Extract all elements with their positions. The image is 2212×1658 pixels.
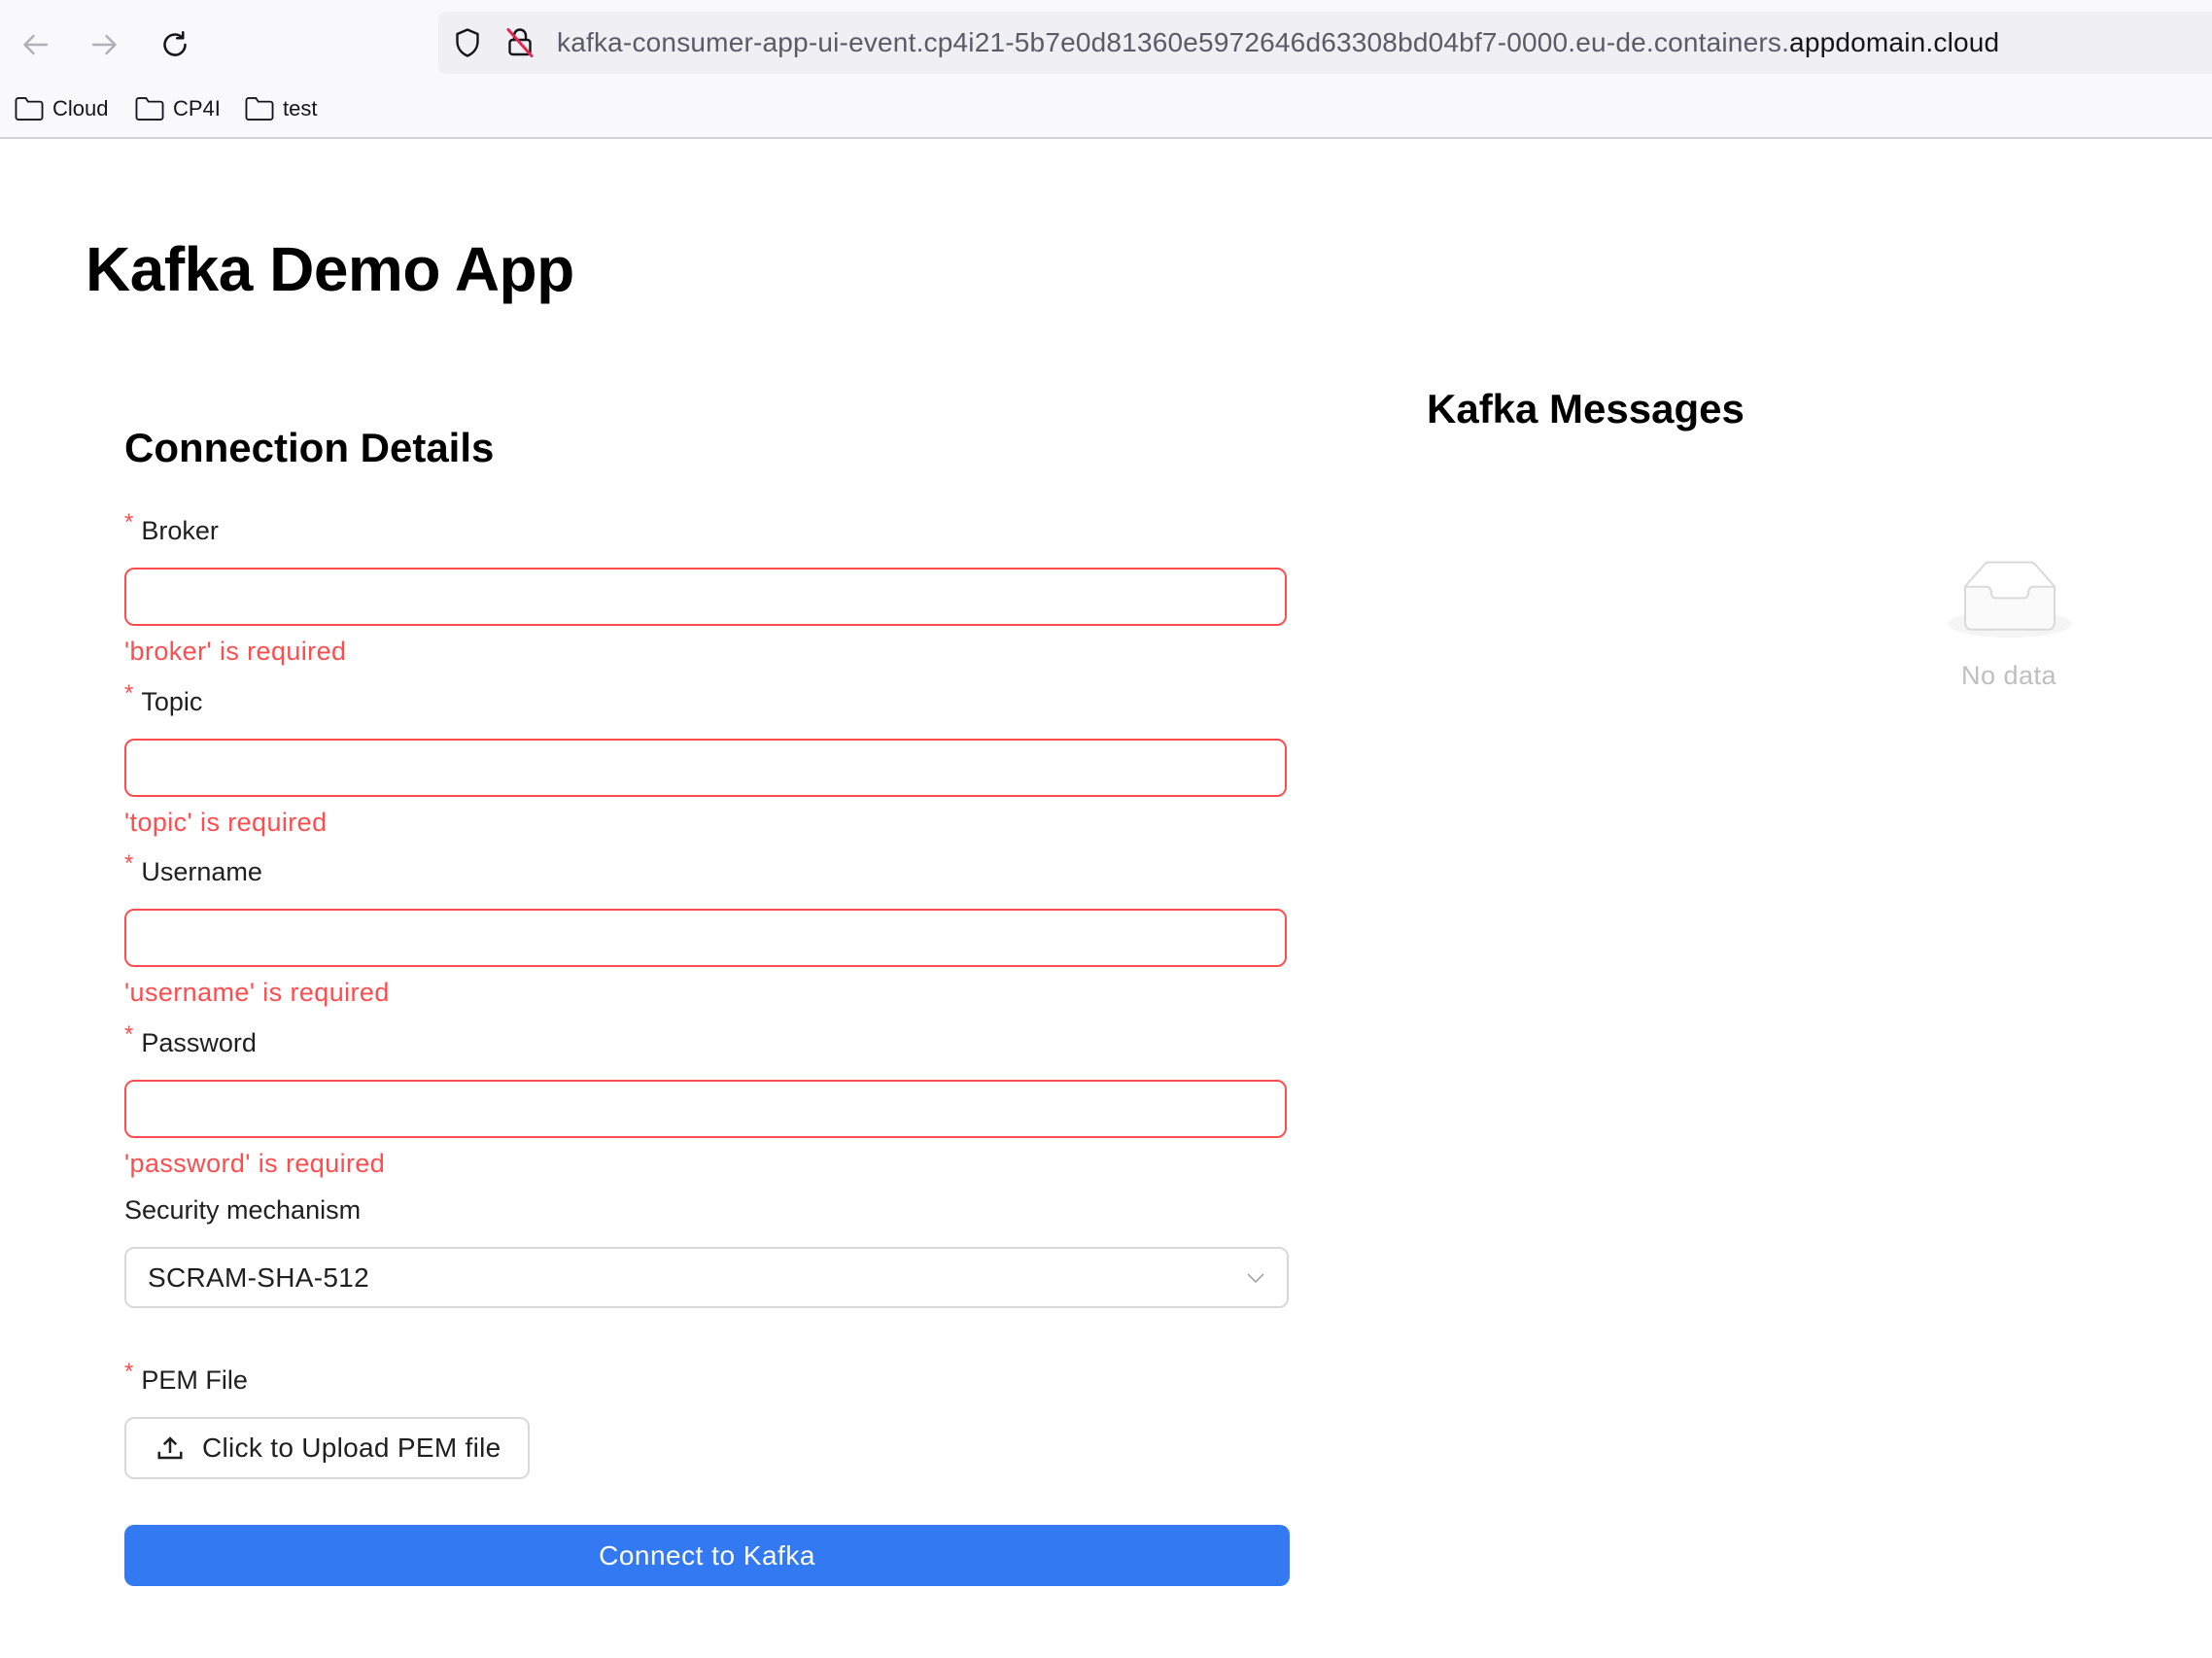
- username-input[interactable]: [124, 909, 1287, 967]
- broker-error: 'broker' is required: [124, 637, 347, 666]
- bookmark-label: CP4I: [173, 96, 221, 121]
- topic-label-text: Topic: [141, 687, 203, 716]
- connect-button[interactable]: Connect to Kafka: [124, 1525, 1290, 1586]
- password-input[interactable]: [124, 1080, 1287, 1138]
- topic-error: 'topic' is required: [124, 808, 328, 837]
- bookmark-label: Cloud: [52, 96, 109, 121]
- pem-file-label-text: PEM File: [141, 1365, 248, 1395]
- url-text[interactable]: kafka-consumer-app-ui-event.cp4i21-5b7e0…: [557, 12, 1999, 74]
- security-mechanism-label: Security mechanism: [124, 1195, 362, 1225]
- back-arrow-icon: [23, 34, 49, 55]
- kafka-messages-title: Kafka Messages: [1427, 386, 1745, 432]
- forward-button[interactable]: [82, 21, 128, 68]
- empty-inbox-icon: [1948, 561, 2072, 638]
- folder-icon: [15, 97, 44, 121]
- bookmark-label: test: [283, 96, 318, 121]
- topic-label: * Topic: [124, 680, 203, 717]
- insecure-lock-icon[interactable]: [502, 25, 537, 60]
- back-button[interactable]: [12, 21, 58, 68]
- reload-button[interactable]: [152, 21, 198, 68]
- security-mechanism-select[interactable]: SCRAM-SHA-512: [124, 1247, 1289, 1308]
- required-mark: *: [124, 850, 134, 877]
- forward-arrow-icon: [91, 34, 117, 55]
- required-mark: *: [124, 1021, 134, 1048]
- upload-pem-button[interactable]: Click to Upload PEM file: [124, 1417, 530, 1479]
- folder-icon: [245, 97, 274, 121]
- folder-icon: [135, 97, 164, 121]
- bookmark-test[interactable]: test: [244, 93, 317, 124]
- broker-label-text: Broker: [141, 516, 219, 545]
- upload-icon: [157, 1436, 183, 1460]
- password-label-text: Password: [141, 1028, 257, 1057]
- chevron-down-icon: [1247, 1273, 1264, 1284]
- bookmark-cp4i[interactable]: CP4I: [134, 93, 221, 124]
- password-error: 'password' is required: [124, 1149, 386, 1178]
- broker-input[interactable]: [124, 568, 1287, 626]
- upload-pem-label: Click to Upload PEM file: [202, 1433, 501, 1463]
- no-data-text: No data: [1960, 661, 2057, 690]
- username-label-text: Username: [141, 857, 262, 886]
- url-domain: appdomain.cloud: [1789, 27, 2000, 57]
- shield-icon[interactable]: [450, 25, 485, 60]
- required-mark: *: [124, 509, 134, 535]
- browser-chrome: kafka-consumer-app-ui-event.cp4i21-5b7e0…: [0, 0, 2212, 139]
- required-mark: *: [124, 680, 134, 707]
- page-title: Kafka Demo App: [86, 234, 574, 304]
- security-mechanism-value: SCRAM-SHA-512: [148, 1262, 369, 1293]
- reload-icon: [163, 30, 187, 56]
- url-prefix: kafka-consumer-app-ui-event.cp4i21-5b7e0…: [557, 27, 1790, 57]
- bookmark-cloud[interactable]: Cloud: [14, 93, 108, 124]
- username-error: 'username' is required: [124, 978, 390, 1007]
- broker-label: * Broker: [124, 509, 219, 546]
- pem-file-label: * PEM File: [124, 1359, 248, 1396]
- username-label: * Username: [124, 850, 262, 887]
- password-label: * Password: [124, 1021, 257, 1058]
- connection-details-title: Connection Details: [124, 425, 495, 470]
- topic-input[interactable]: [124, 739, 1287, 797]
- address-bar[interactable]: kafka-consumer-app-ui-event.cp4i21-5b7e0…: [438, 12, 2212, 74]
- required-mark: *: [124, 1359, 134, 1385]
